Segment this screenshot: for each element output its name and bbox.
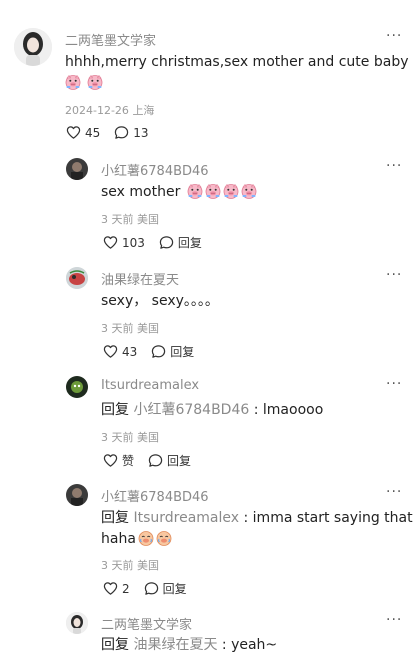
- reply-body-cont: haha: [101, 531, 136, 547]
- username[interactable]: 油果绿在夏天: [101, 269, 179, 288]
- comment-bubble-icon: [114, 125, 129, 140]
- more-options-icon[interactable]: ···: [386, 612, 402, 628]
- reply-text: sex mother: [101, 181, 257, 203]
- comment-bubble-icon: [144, 581, 159, 596]
- reply-label: 回复: [170, 345, 195, 359]
- more-options-icon[interactable]: ···: [386, 267, 402, 283]
- like-count: 43: [122, 344, 138, 359]
- reply-time: 3 天前: [101, 559, 134, 572]
- laughing-pig-emoji: [138, 530, 154, 546]
- reply-actions: 2 回复: [103, 580, 201, 597]
- reply-body: sexy， sexy。。。。: [101, 293, 219, 309]
- comment-date: 2024-12-26: [65, 104, 129, 117]
- reply-time: 3 天前: [101, 322, 134, 335]
- like-button[interactable]: 103: [103, 235, 145, 250]
- reply-text: 回复 Itsurdreamalex : imma start saying th…: [101, 507, 413, 529]
- reply-body: : imma start saying that: [239, 510, 413, 526]
- comment-emojis: [63, 72, 103, 94]
- reply-actions: 103 回复: [103, 234, 216, 251]
- reply-prefix: 回复: [101, 637, 129, 653]
- reply-count: 13: [133, 125, 149, 140]
- avatar[interactable]: [66, 376, 88, 398]
- reply-meta: 3 天前 美国: [101, 320, 159, 336]
- comment-bubble-icon: [159, 235, 174, 250]
- avatar[interactable]: [66, 158, 88, 180]
- reply-button[interactable]: 13: [114, 125, 149, 140]
- reply-time: 3 天前: [101, 431, 134, 444]
- pig-face-emoji: [187, 183, 203, 199]
- heart-icon: [103, 453, 118, 468]
- reply-body: : lmaoooo: [249, 402, 324, 418]
- heart-icon: [103, 235, 118, 250]
- avatar[interactable]: [14, 28, 52, 66]
- heart-icon: [66, 125, 81, 140]
- username[interactable]: 小红薯6784BD46: [101, 486, 209, 505]
- reply-button[interactable]: 回复: [148, 452, 191, 469]
- reply-time: 3 天前: [101, 213, 134, 226]
- like-count: 103: [122, 235, 145, 250]
- username[interactable]: 小红薯6784BD46: [101, 160, 209, 179]
- pig-face-emoji: [223, 183, 239, 199]
- reply-text: 回复 小红薯6784BD46 : lmaoooo: [101, 399, 323, 421]
- heart-icon: [103, 581, 118, 596]
- reply-prefix: 回复: [101, 510, 129, 526]
- reply-label: 回复: [177, 236, 202, 250]
- laughing-pig-emoji: [156, 530, 172, 546]
- reply-location: 美国: [137, 559, 159, 572]
- avatar[interactable]: [66, 484, 88, 506]
- pig-face-emoji: [65, 74, 81, 90]
- like-count: 2: [122, 581, 130, 596]
- like-count: 45: [85, 125, 101, 140]
- pig-face-emoji: [205, 183, 221, 199]
- reply-prefix: 回复: [101, 402, 129, 418]
- more-options-icon[interactable]: ···: [386, 28, 402, 44]
- reply-actions: 赞 回复: [103, 452, 205, 469]
- comment-bubble-icon: [148, 453, 163, 468]
- pig-face-emoji: [241, 183, 257, 199]
- heart-icon: [103, 344, 118, 359]
- reply-button[interactable]: 回复: [151, 343, 194, 360]
- reply-actions: 43 回复: [103, 343, 208, 360]
- reply-body: sex mother: [101, 184, 181, 200]
- comment-meta: 2024-12-26 上海: [65, 102, 154, 118]
- comment-bubble-icon: [151, 344, 166, 359]
- like-button[interactable]: 43: [103, 344, 137, 359]
- avatar[interactable]: [66, 267, 88, 289]
- reply-meta: 3 天前 美国: [101, 211, 159, 227]
- reply-label: 回复: [167, 454, 192, 468]
- more-options-icon[interactable]: ···: [386, 376, 402, 392]
- like-label: 赞: [122, 454, 135, 468]
- username[interactable]: 二两笔墨文学家: [101, 614, 192, 633]
- reply-target-user[interactable]: Itsurdreamalex: [133, 510, 239, 526]
- reply-body: : yeah~: [217, 637, 278, 653]
- more-options-icon[interactable]: ···: [386, 484, 402, 500]
- reply-meta: 3 天前 美国: [101, 429, 159, 445]
- like-button[interactable]: 赞: [103, 452, 134, 469]
- comment-body: hhhh,merry christmas,sex mother and cute…: [65, 54, 409, 70]
- reply-location: 美国: [137, 431, 159, 444]
- comment-actions: 45 13: [66, 125, 163, 140]
- comment-location: 上海: [132, 104, 155, 117]
- comment-text: hhhh,merry christmas,sex mother and cute…: [65, 51, 409, 73]
- reply-text: 回复 油果绿在夏天 : yeah~: [101, 634, 277, 656]
- reply-location: 美国: [137, 322, 159, 335]
- reply-text: sexy， sexy。。。。: [101, 290, 219, 312]
- username[interactable]: Itsurdreamalex: [101, 378, 199, 393]
- reply-target-user[interactable]: 油果绿在夏天: [133, 637, 217, 653]
- like-button[interactable]: 45: [66, 125, 100, 140]
- like-button[interactable]: 2: [103, 581, 130, 596]
- avatar[interactable]: [66, 612, 88, 634]
- username[interactable]: 二两笔墨文学家: [65, 30, 156, 49]
- reply-button[interactable]: 回复: [144, 580, 187, 597]
- more-options-icon[interactable]: ···: [386, 158, 402, 174]
- reply-text-line2: haha: [101, 528, 172, 550]
- reply-label: 回复: [162, 582, 187, 596]
- pig-face-emoji: [87, 74, 103, 90]
- reply-button[interactable]: 回复: [159, 234, 202, 251]
- reply-meta: 3 天前 美国: [101, 557, 159, 573]
- reply-location: 美国: [137, 213, 159, 226]
- reply-target-user[interactable]: 小红薯6784BD46: [133, 402, 249, 418]
